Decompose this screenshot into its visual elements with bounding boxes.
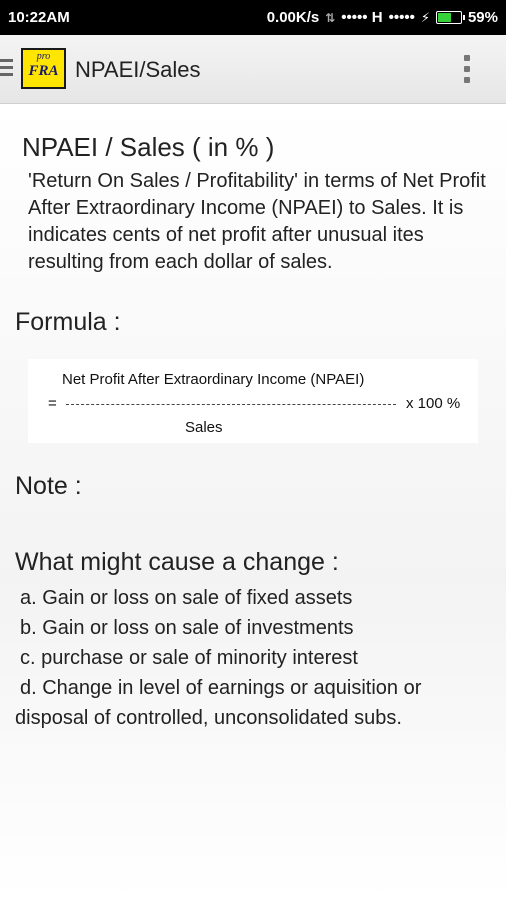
overflow-menu-icon[interactable] xyxy=(464,55,470,88)
network-speed: 0.00K/s xyxy=(266,9,320,26)
logo-fra: FRA xyxy=(28,63,59,79)
content-area[interactable]: NPAEI / Sales ( in % ) 'Return On Sales … xyxy=(0,104,506,900)
signal-sim2: ••••• xyxy=(388,9,415,26)
formula-denominator: Sales xyxy=(185,419,223,436)
signal-sim1: ••••• H xyxy=(341,9,383,26)
formula-multiplier: x 100 % xyxy=(406,395,461,412)
status-time: 10:22AM xyxy=(8,9,70,26)
data-arrows-icon: ⇅ xyxy=(325,10,336,25)
list-item: c. purchase or sale of minority interest xyxy=(20,647,358,669)
drawer-menu-icon[interactable] xyxy=(0,59,13,80)
charging-icon: ⚡ xyxy=(420,9,430,25)
formula-label: Formula : xyxy=(15,308,121,336)
list-item: d. Change in level of earnings or aquisi… xyxy=(15,677,422,729)
list-item: b. Gain or loss on sale of investments xyxy=(20,617,354,639)
formula-equals: = xyxy=(48,395,57,412)
note-label: Note : xyxy=(15,472,82,500)
formula-numerator: Net Profit After Extraordinary Income (N… xyxy=(62,371,365,388)
ratio-heading: NPAEI / Sales ( in % ) xyxy=(22,132,275,162)
formula-divider xyxy=(66,404,396,405)
battery-icon xyxy=(435,11,465,24)
app-bar: pro FRA NPAEI/Sales xyxy=(0,35,506,104)
status-indicators: 0.00K/s ⇅ ••••• H ••••• ⚡ 59% xyxy=(267,9,498,26)
battery-percent: 59% xyxy=(467,9,498,26)
formula-image: Net Profit After Extraordinary Income (N… xyxy=(28,359,478,443)
ratio-description: 'Return On Sales / Profitability' in ter… xyxy=(28,170,486,273)
logo-pro: pro xyxy=(36,51,51,62)
app-logo[interactable]: pro FRA xyxy=(21,48,66,89)
change-list: a. Gain or loss on sale of fixed assets … xyxy=(15,583,495,733)
status-bar: 10:22AM 0.00K/s ⇅ ••••• H ••••• ⚡ 59% xyxy=(0,0,506,35)
app-title: NPAEI/Sales xyxy=(75,57,201,82)
list-item: a. Gain or loss on sale of fixed assets xyxy=(20,587,353,609)
change-label: What might cause a change : xyxy=(15,548,339,576)
battery-fill xyxy=(437,13,451,22)
